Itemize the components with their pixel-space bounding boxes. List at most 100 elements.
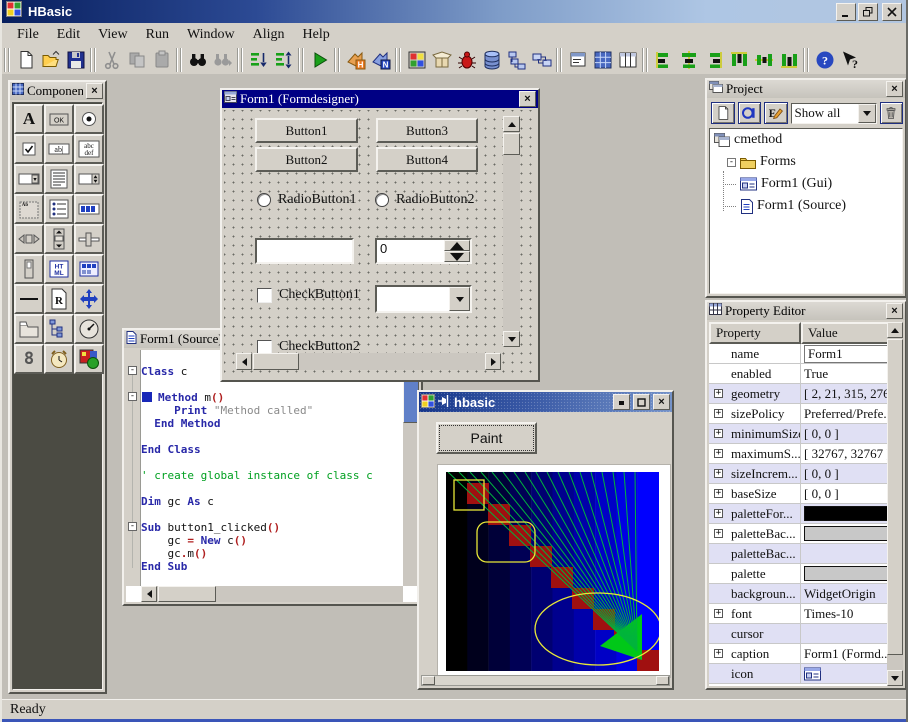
align-top-button[interactable] (726, 48, 751, 73)
save-file-button[interactable] (63, 48, 88, 73)
property-value[interactable]: Preferred/Prefe... (801, 404, 891, 423)
property-scrollbar[interactable] (887, 322, 903, 686)
new-form-button[interactable] (711, 102, 735, 124)
scroll-bar-tool[interactable] (44, 224, 74, 254)
tab-widget-tool[interactable] (14, 314, 44, 344)
designer-radiobutton1[interactable]: RadioButton1 (257, 192, 357, 208)
resize-grip-left[interactable] (422, 676, 435, 685)
paint-button[interactable]: Paint (436, 422, 537, 454)
designer-button1[interactable]: Button1 (255, 118, 358, 143)
find-button[interactable] (185, 48, 210, 73)
scroll-right-icon[interactable] (485, 353, 501, 370)
designer-textfield[interactable] (255, 238, 354, 264)
designer-button2[interactable]: Button2 (255, 147, 358, 172)
designer-combobox[interactable] (375, 285, 472, 313)
runtime-minimize-icon[interactable] (613, 394, 630, 410)
property-value[interactable]: Form1 (Formd... (801, 644, 891, 663)
multi-line-edit-tool[interactable]: abcdef (74, 134, 104, 164)
property-row-sizepolicy[interactable]: +sizePolicyPreferred/Prefe... (709, 404, 891, 424)
run-button[interactable] (307, 48, 332, 73)
align-center-vertical-button[interactable] (751, 48, 776, 73)
project-close-icon[interactable]: × (886, 81, 903, 97)
form-designer-close-icon[interactable]: × (519, 91, 536, 107)
help-button[interactable]: ? (812, 48, 837, 73)
designer-vscrollbar[interactable] (503, 116, 520, 347)
menu-file[interactable]: File (8, 25, 48, 45)
line-edit-tool[interactable]: ab| (44, 134, 74, 164)
project-titlebar[interactable]: Project × (707, 80, 905, 98)
project-filter-select[interactable]: Show all (791, 103, 877, 124)
dial-tool[interactable] (74, 314, 104, 344)
code-editor[interactable]: --- Class cMethod m() Print "Method call… (126, 350, 419, 602)
grid-view-button[interactable] (590, 48, 615, 73)
column-header-property[interactable]: Property (709, 322, 801, 344)
edit-code-button[interactable]: E (764, 102, 788, 124)
delete-button[interactable] (880, 102, 904, 124)
scroll-down-icon[interactable] (887, 670, 903, 686)
code-hscrollbar[interactable] (141, 586, 403, 602)
property-value-input[interactable]: Form1 (804, 345, 888, 363)
group-box-tool[interactable]: Ab (14, 194, 44, 224)
list-box-tool[interactable] (44, 164, 74, 194)
color-swatch[interactable] (804, 506, 888, 521)
tree-expander-icon[interactable]: - (727, 158, 736, 167)
step-hbasic-button[interactable]: H (343, 48, 368, 73)
property-row-cursor[interactable]: cursor (709, 624, 891, 644)
menu-help[interactable]: Help (294, 25, 339, 45)
property-row-backgroun[interactable]: backgroun...WidgetOrigin (709, 584, 891, 604)
expand-icon[interactable]: + (714, 489, 723, 498)
menu-run[interactable]: Run (137, 25, 178, 45)
rich-text-tool[interactable]: R (44, 284, 74, 314)
package-button[interactable] (429, 48, 454, 73)
chevron-down-icon[interactable] (858, 104, 876, 123)
property-row-minimumsize[interactable]: +minimumSize[ 0, 0 ] (709, 424, 891, 444)
expand-items-button[interactable] (246, 48, 271, 73)
pin-icon[interactable] (438, 395, 451, 410)
property-value[interactable]: [ 0, 0 ] (801, 424, 891, 443)
scroll-left-icon[interactable] (236, 353, 252, 370)
class-view-button[interactable] (738, 102, 762, 124)
line-tool[interactable] (14, 284, 44, 314)
property-row-palettebac[interactable]: +paletteBac... (709, 524, 891, 544)
new-file-button[interactable] (13, 48, 38, 73)
tree-item-form1-source[interactable]: Form1 (Source) (710, 195, 902, 217)
combo-arrow-icon[interactable] (449, 287, 470, 311)
step-next-button[interactable]: N (368, 48, 393, 73)
spin-box-tool[interactable] (74, 164, 104, 194)
expand-icon[interactable]: + (714, 389, 723, 398)
align-center-horizontal-button[interactable] (676, 48, 701, 73)
align-left-button[interactable] (651, 48, 676, 73)
property-editor-titlebar[interactable]: Property Editor × (707, 302, 905, 320)
property-value[interactable]: Form1 (801, 344, 891, 363)
tree-item-forms[interactable]: -Forms (710, 151, 902, 173)
property-value[interactable]: WidgetOrigin (801, 584, 891, 603)
check-box-tool[interactable] (14, 134, 44, 164)
expand-icon[interactable]: + (714, 429, 723, 438)
property-value[interactable]: [ 32767, 32767 ] (801, 444, 891, 463)
window-view-button[interactable] (565, 48, 590, 73)
database-button[interactable] (479, 48, 504, 73)
radio-button-tool[interactable] (74, 104, 104, 134)
text-label-tool[interactable]: A (14, 104, 44, 134)
property-row-palette[interactable]: palette (709, 564, 891, 584)
property-row-geometry[interactable]: +geometry[ 2, 21, 315, 276 ] (709, 384, 891, 404)
property-row-maximums[interactable]: +maximumS...[ 32767, 32767 ] (709, 444, 891, 464)
property-value[interactable]: [ 2, 21, 315, 276 ] (801, 384, 891, 403)
property-row-palettefor[interactable]: +paletteFor... (709, 504, 891, 524)
designer-button4[interactable]: Button4 (376, 147, 478, 172)
expand-icon[interactable]: + (714, 609, 723, 618)
property-row-palettebac[interactable]: paletteBac... (709, 544, 891, 564)
designer-hscrollbar[interactable] (236, 353, 501, 370)
property-row-sizeincrem[interactable]: +sizeIncrem...[ 0, 0 ] (709, 464, 891, 484)
property-value[interactable] (801, 544, 891, 563)
image-pixmap-tool[interactable] (74, 344, 104, 374)
menu-view[interactable]: View (89, 25, 136, 45)
list-view-tool[interactable] (44, 194, 74, 224)
debug-button[interactable] (454, 48, 479, 73)
property-value[interactable] (801, 524, 891, 543)
expand-icon[interactable]: + (714, 409, 723, 418)
class-browser-button[interactable] (504, 48, 529, 73)
object-diagram-button[interactable] (529, 48, 554, 73)
scroll-thumb[interactable] (887, 339, 903, 655)
scroll-left-icon[interactable] (141, 586, 157, 602)
